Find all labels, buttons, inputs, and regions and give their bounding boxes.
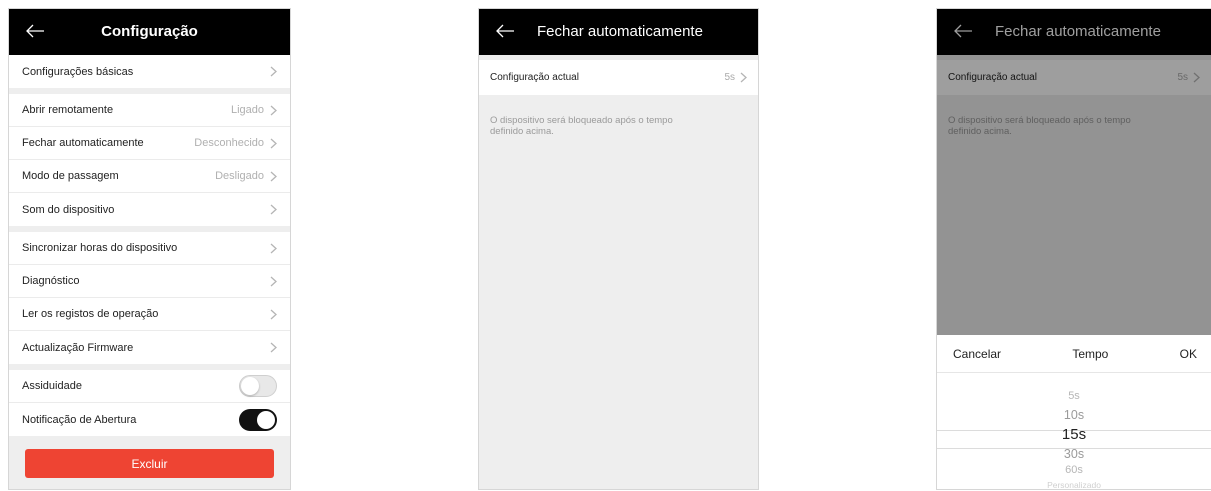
picker-option[interactable]: 5s bbox=[937, 390, 1211, 402]
settings-row[interactable]: Configurações básicas bbox=[9, 55, 290, 88]
settings-row[interactable]: Ler os registos de operação bbox=[9, 298, 290, 331]
settings-row[interactable]: Som do dispositivo bbox=[9, 193, 290, 226]
picker-header: Cancelar Tempo OK bbox=[937, 335, 1211, 373]
chevron-right-icon bbox=[270, 243, 277, 253]
row-value: Ligado bbox=[230, 104, 264, 116]
picker-option[interactable]: 30s bbox=[937, 447, 1211, 461]
current-setting-row[interactable]: Configuração actual 5s bbox=[479, 60, 758, 95]
picker-option[interactable]: 10s bbox=[937, 408, 1211, 422]
chevron-right-icon bbox=[740, 72, 747, 83]
row-label: Diagnóstico bbox=[22, 275, 80, 287]
settings-row[interactable]: Modo de passagem Desligado bbox=[9, 160, 290, 193]
cancel-button[interactable]: Cancelar bbox=[953, 347, 1001, 361]
back-arrow-icon[interactable] bbox=[495, 18, 517, 44]
settings-screen: Configuração Configurações básicas Abrir … bbox=[8, 8, 291, 490]
toggle-label: Assiduidade bbox=[22, 380, 82, 392]
auto-lock-picker-screen: Fechar automaticamente Configuração actu… bbox=[936, 8, 1211, 490]
current-setting-value: 5s bbox=[724, 72, 735, 83]
picker-option[interactable]: Personalizado bbox=[937, 480, 1211, 489]
page-title: Configuração bbox=[101, 23, 198, 40]
ok-button[interactable]: OK bbox=[1180, 347, 1197, 361]
settings-row[interactable]: Diagnóstico bbox=[9, 265, 290, 298]
delete-button[interactable]: Excluir bbox=[25, 449, 274, 478]
toggle-label: Notificação de Abertura bbox=[22, 413, 137, 426]
toggle-knob bbox=[241, 377, 259, 395]
page-title: Fechar automaticamente bbox=[537, 23, 703, 40]
row-label: Fechar automaticamente bbox=[22, 137, 144, 149]
chevron-right-icon bbox=[270, 309, 277, 319]
toggle-switch[interactable] bbox=[239, 408, 277, 431]
row-label: Ler os registos de operação bbox=[22, 308, 159, 320]
toggle-group: Assiduidade Notificação de Abertura bbox=[9, 370, 290, 436]
settings-row[interactable]: Actualização Firmware bbox=[9, 331, 290, 364]
header-bar: Configuração bbox=[9, 9, 290, 55]
settings-group: Sincronizar horas do dispositivo Diagnóst… bbox=[9, 232, 290, 364]
time-picker-sheet: Cancelar Tempo OK 5s 10s 15s 30s 60s Personal… bbox=[937, 335, 1211, 489]
row-label: Actualização Firmware bbox=[22, 341, 134, 354]
chevron-right-icon bbox=[270, 66, 277, 77]
row-label: Som do dispositivo bbox=[22, 203, 115, 216]
header-bar: Fechar automaticamente bbox=[479, 9, 758, 55]
row-label: Abrir remotamente bbox=[22, 104, 114, 116]
chevron-right-icon bbox=[270, 138, 277, 148]
row-value: Desconhecido bbox=[194, 137, 264, 149]
toggle-knob bbox=[257, 410, 275, 429]
settings-list: Configurações básicas Abrir remotamente Li… bbox=[9, 55, 290, 442]
row-value: Desligado bbox=[215, 170, 264, 182]
chevron-right-icon bbox=[270, 342, 277, 353]
settings-group: Configurações básicas bbox=[9, 55, 290, 88]
settings-group: Abrir remotamente Ligado Fechar automatica… bbox=[9, 94, 290, 226]
row-label: Configurações básicas bbox=[22, 65, 134, 78]
chevron-right-icon bbox=[270, 276, 277, 286]
time-picker-wheel[interactable]: 5s 10s 15s 30s 60s Personalizado bbox=[937, 373, 1211, 489]
chevron-right-icon bbox=[270, 105, 277, 115]
toggle-row: Assiduidade bbox=[9, 370, 290, 403]
settings-row[interactable]: Fechar automaticamente Desconhecido bbox=[9, 127, 290, 160]
picker-option[interactable]: 15s bbox=[937, 426, 1211, 443]
settings-row[interactable]: Sincronizar horas do dispositivo bbox=[9, 232, 290, 265]
toggle-switch[interactable] bbox=[239, 375, 277, 397]
toggle-row: Notificação de Abertura bbox=[9, 403, 290, 436]
picker-option[interactable]: 60s bbox=[937, 464, 1211, 476]
row-label: Sincronizar horas do dispositivo bbox=[22, 242, 178, 254]
chevron-right-icon bbox=[270, 204, 277, 215]
settings-row[interactable]: Abrir remotamente Ligado bbox=[9, 94, 290, 127]
modal-backdrop[interactable] bbox=[937, 9, 1211, 335]
picker-title: Tempo bbox=[1072, 346, 1109, 361]
chevron-right-icon bbox=[270, 171, 277, 181]
current-setting-label: Configuração actual bbox=[490, 72, 579, 83]
description-text: O dispositivo será bloqueado após o temp… bbox=[490, 115, 673, 137]
row-label: Modo de passagem bbox=[22, 170, 119, 182]
content: Configuração actual 5s O dispositivo ser… bbox=[479, 55, 758, 157]
auto-lock-screen: Fechar automaticamente Configuração actu… bbox=[478, 8, 759, 490]
